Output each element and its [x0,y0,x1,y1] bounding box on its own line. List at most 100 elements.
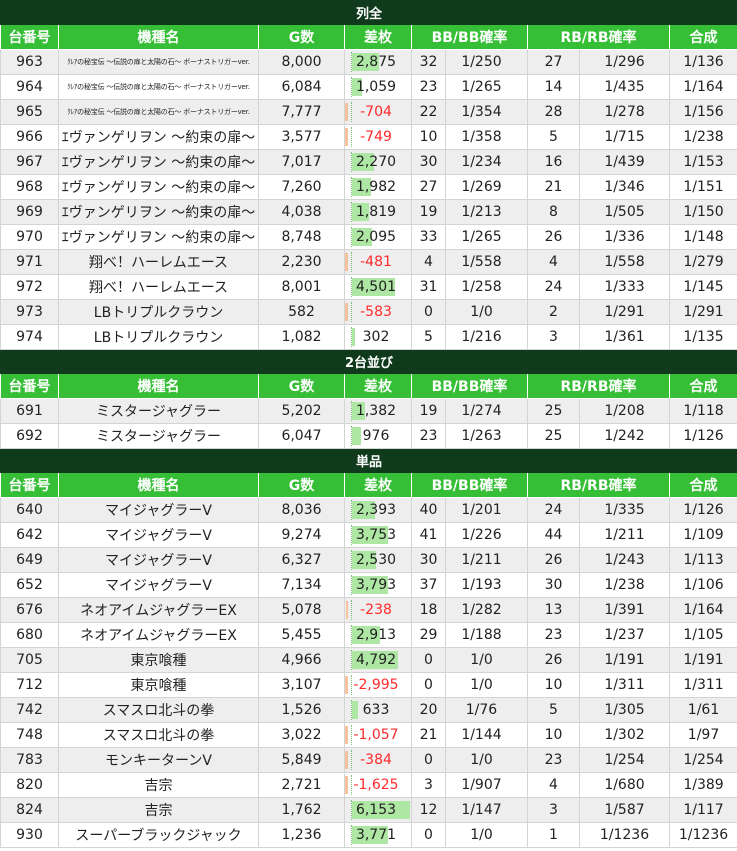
table-row[interactable]: 967 ｴヴァンゲリヲン ～約束の扉～ 7,017 2,270 30 1/234 16 1/4… [0,149,737,175]
column-header[interactable]: G数 [258,24,345,50]
table-row[interactable]: 820 吉宗 2,721 -1,625 3 1/907 4 1/680 1/389 [0,772,737,798]
table-row[interactable]: 930 スーパーブラックジャック 1,236 3,771 0 1/0 1 1/1236 1/12… [0,822,737,848]
table-row[interactable]: 748 スマスロ北斗の拳 3,022 -1,057 21 1/144 10 1/302 1/97 [0,722,737,748]
table-row[interactable]: 692 ミスタージャグラー 6,047 976 23 1/263 25 1/242 1/126 [0,423,737,449]
table-row[interactable]: 974 LBトリプルクラウン 1,082 302 5 1/216 3 1/361 1/135 [0,324,737,350]
table-row[interactable]: 965 ｸﾚｱの秘宝伝 ～伝説の扉と太陽の石～ ボーナストリガーver. 7,777… [0,99,737,125]
machine-number: 742 [0,697,59,723]
table-row[interactable]: 783 モンキーターンV 5,849 -384 0 1/0 23 1/254 1/254 [0,747,737,773]
rb-rate: 1/335 [579,497,670,523]
section-title: 2台並び [0,349,737,374]
table-row[interactable]: 642 マイジャグラーV 9,274 3,753 41 1/226 44 1/211 1/109 [0,522,737,548]
column-header[interactable]: 差枚 [344,472,412,498]
column-header[interactable]: 合成 [668,373,737,399]
table-row[interactable]: 824 吉宗 1,762 6,153 12 1/147 3 1/587 1/117 [0,797,737,823]
column-header[interactable]: 台番号 [0,24,59,50]
table-row[interactable]: 742 スマスロ北斗の拳 1,526 633 20 1/76 5 1/305 1/61 [0,697,737,723]
coin-difference: 2,095 [355,229,397,245]
bb-count: 27 [411,174,446,200]
machine-number: 748 [0,722,59,748]
bb-rate: 1/188 [445,622,528,648]
column-header[interactable]: 合成 [668,24,737,50]
column-header[interactable]: BB/BB確率 [411,472,528,498]
combined-rate: 1/191 [668,647,737,673]
column-header[interactable]: 台番号 [0,373,59,399]
combined-rate: 1/97 [668,722,737,748]
column-header[interactable]: G数 [258,472,345,498]
combined-rate: 1/148 [668,224,737,250]
table-row[interactable]: 712 東京喰種 3,107 -2,995 0 1/0 10 1/311 1/311 [0,672,737,698]
column-header[interactable]: 差枚 [344,24,412,50]
coin-difference-cell: 1,059 [344,74,412,100]
column-header[interactable]: BB/BB確率 [411,24,528,50]
column-header[interactable]: 合成 [668,472,737,498]
coin-difference-cell: 4,792 [344,647,412,673]
rb-rate: 1/302 [579,722,670,748]
column-header[interactable]: RB/RB確率 [527,373,670,399]
table-row[interactable]: 963 ｸﾚｱの秘宝伝 ～伝説の扉と太陽の石～ ボーナストリガーver. 8,000… [0,49,737,75]
rb-rate: 1/346 [579,174,670,200]
table-row[interactable]: 649 マイジャグラーV 6,327 2,530 30 1/211 26 1/243 1/113 [0,547,737,573]
coin-difference: -1,057 [353,727,399,743]
machine-name: マイジャグラーV [58,497,259,523]
machine-name: ｴヴァンゲリヲン ～約束の扉～ [58,199,259,225]
rb-rate: 1/587 [579,797,670,823]
table-row[interactable]: 652 マイジャグラーV 7,134 3,793 37 1/193 30 1/238 1/106 [0,572,737,598]
rb-rate: 1/391 [579,597,670,623]
game-count: 8,001 [258,274,345,300]
machine-number: 972 [0,274,59,300]
game-count: 5,078 [258,597,345,623]
table-row[interactable]: 973 LBトリプルクラウン 582 -583 0 1/0 2 1/291 1/291 [0,299,737,325]
table-row[interactable]: 676 ネオアイムジャグラーEX 5,078 -238 18 1/282 13 1/391 1/… [0,597,737,623]
coin-difference-cell: 1,819 [344,199,412,225]
column-header[interactable]: 差枚 [344,373,412,399]
table-row[interactable]: 691 ミスタージャグラー 5,202 1,382 19 1/274 25 1/208 1/11… [0,398,737,424]
zero-line [351,550,352,570]
column-header[interactable]: 機種名 [58,472,259,498]
table-row[interactable]: 969 ｴヴァンゲリヲン ～約束の扉～ 4,038 1,819 19 1/213 8 1/50… [0,199,737,225]
bb-count: 0 [411,672,446,698]
table-row[interactable]: 964 ｸﾚｱの秘宝伝 ～伝説の扉と太陽の石～ ボーナストリガーver. 6,084… [0,74,737,100]
game-count: 7,260 [258,174,345,200]
combined-rate: 1/126 [668,423,737,449]
rb-rate: 1/333 [579,274,670,300]
bb-count: 19 [411,398,446,424]
table-row[interactable]: 972 翔べ！ハーレムエース 8,001 4,501 31 1/258 24 1/333 1/1… [0,274,737,300]
coin-difference-cell: -384 [344,747,412,773]
rb-rate: 1/238 [579,572,670,598]
coin-difference: 3,753 [355,527,397,543]
machine-number: 969 [0,199,59,225]
column-header[interactable]: RB/RB確率 [527,472,670,498]
negative-diff-bar [345,676,348,694]
negative-diff-bar [345,776,348,794]
rb-count: 13 [527,597,580,623]
game-count: 1,236 [258,822,345,848]
data-table-container: 列全 台番号 機種名 G数 差枚 BB/BB確率 RB/RB確率 合成 963 ｸﾚｱの秘宝伝 ～… [0,0,737,848]
coin-difference-cell: 633 [344,697,412,723]
zero-line [351,102,352,122]
bb-rate: 1/234 [445,149,528,175]
table-row[interactable]: 970 ｴヴァンゲリヲン ～約束の扉～ 8,748 2,095 33 1/265 26 1/3… [0,224,737,250]
game-count: 7,134 [258,572,345,598]
game-count: 5,849 [258,747,345,773]
table-row[interactable]: 680 ネオアイムジャグラーEX 5,455 2,913 29 1/188 23 1/237 1… [0,622,737,648]
column-header[interactable]: 台番号 [0,472,59,498]
combined-rate: 1/105 [668,622,737,648]
coin-difference: -1,625 [353,777,399,793]
column-header[interactable]: RB/RB確率 [527,24,670,50]
bb-rate: 1/76 [445,697,528,723]
table-row[interactable]: 968 ｴヴァンゲリヲン ～約束の扉～ 7,260 1,982 27 1/269 21 1/3… [0,174,737,200]
column-header[interactable]: BB/BB確率 [411,373,528,399]
column-header[interactable]: G数 [258,373,345,399]
rb-count: 44 [527,522,580,548]
bb-rate: 1/265 [445,224,528,250]
table-row[interactable]: 640 マイジャグラーV 8,036 2,393 40 1/201 24 1/335 1/126 [0,497,737,523]
bb-rate: 1/0 [445,822,528,848]
table-row[interactable]: 966 ｴヴァンゲリヲン ～約束の扉～ 3,577 -749 10 1/358 5 1/715… [0,124,737,150]
bb-count: 0 [411,647,446,673]
column-header[interactable]: 機種名 [58,373,259,399]
table-row[interactable]: 705 東京喰種 4,966 4,792 0 1/0 26 1/191 1/191 [0,647,737,673]
table-row[interactable]: 971 翔べ！ハーレムエース 2,230 -481 4 1/558 4 1/558 1/279 [0,249,737,275]
machine-name: ｴヴァンゲリヲン ～約束の扉～ [58,149,259,175]
column-header[interactable]: 機種名 [58,24,259,50]
